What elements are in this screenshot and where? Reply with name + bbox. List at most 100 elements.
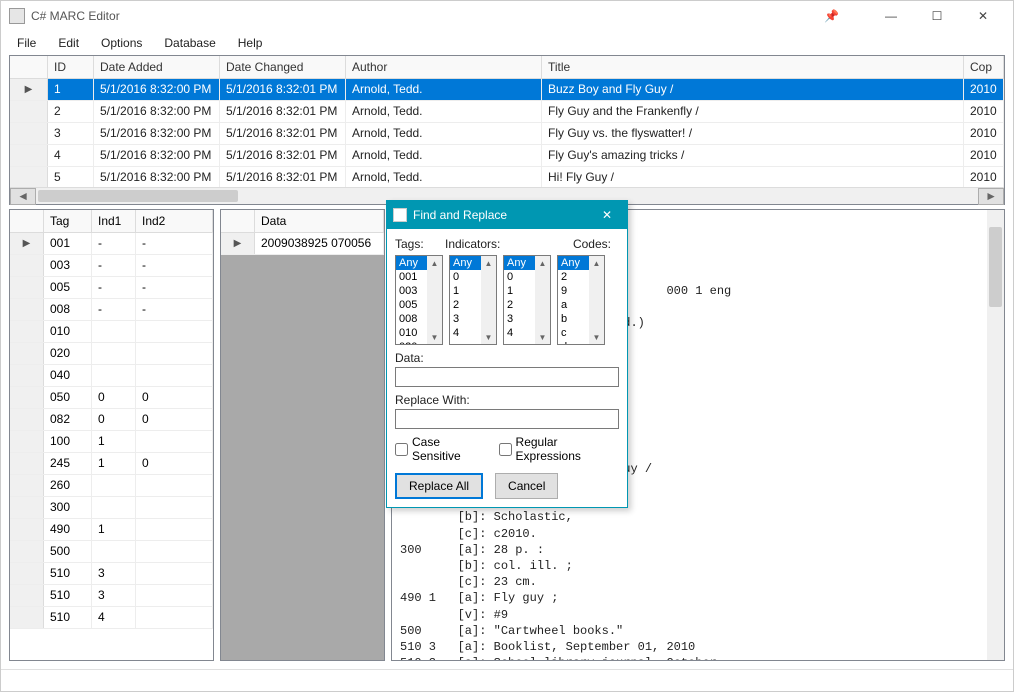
menu-edit[interactable]: Edit: [48, 34, 89, 52]
list-item[interactable]: 0: [504, 270, 535, 284]
marc-line: [c]: c2010.: [400, 526, 996, 542]
records-grid[interactable]: ID Date Added Date Changed Author Title …: [9, 55, 1005, 205]
table-row[interactable]: 005--: [10, 277, 213, 299]
list-item[interactable]: 001: [396, 270, 427, 284]
list-item[interactable]: 3: [450, 312, 481, 326]
dialog-titlebar[interactable]: Find and Replace ✕: [387, 201, 627, 229]
col-tag[interactable]: Tag: [44, 210, 92, 232]
list-item[interactable]: 3: [504, 312, 535, 326]
list-item[interactable]: c: [558, 326, 589, 340]
col-author[interactable]: Author: [346, 56, 542, 78]
col-data[interactable]: Data: [255, 210, 384, 232]
menu-options[interactable]: Options: [91, 34, 152, 52]
codes-listbox[interactable]: Any29abcd▲▼: [557, 255, 605, 345]
table-row[interactable]: 4901: [10, 519, 213, 541]
table-row[interactable]: 500: [10, 541, 213, 563]
table-row[interactable]: 040: [10, 365, 213, 387]
marc-line: 510 3 [a]: Booklist, September 01, 2010: [400, 639, 996, 655]
list-item[interactable]: 005: [396, 298, 427, 312]
table-row[interactable]: 5103: [10, 585, 213, 607]
table-row[interactable]: ▶2009038925 070056: [221, 233, 384, 255]
list-item[interactable]: Any: [450, 256, 481, 270]
list-item[interactable]: 2: [504, 298, 535, 312]
list-item[interactable]: b: [558, 312, 589, 326]
indicators-label: Indicators:: [445, 237, 550, 251]
marc-vscroll[interactable]: [987, 210, 1004, 660]
list-item[interactable]: d: [558, 340, 589, 345]
col-copyright[interactable]: Cop: [964, 56, 1004, 78]
menu-database[interactable]: Database: [154, 34, 225, 52]
tags-grid[interactable]: Tag Ind1 Ind2 ▶001--003--005--008--01002…: [9, 209, 214, 661]
list-item[interactable]: 0: [450, 270, 481, 284]
table-row[interactable]: 45/1/2016 8:32:00 PM5/1/2016 8:32:01 PMA…: [10, 145, 1004, 167]
col-title[interactable]: Title: [542, 56, 964, 78]
table-row[interactable]: 300: [10, 497, 213, 519]
dialog-close-button[interactable]: ✕: [593, 203, 621, 227]
table-row[interactable]: 35/1/2016 8:32:00 PM5/1/2016 8:32:01 PMA…: [10, 123, 1004, 145]
col-ind1[interactable]: Ind1: [92, 210, 136, 232]
statusbar: [1, 669, 1013, 691]
table-row[interactable]: 260: [10, 475, 213, 497]
regex-checkbox[interactable]: Regular Expressions: [499, 435, 619, 463]
menubar: File Edit Options Database Help: [1, 31, 1013, 55]
table-row[interactable]: 05000: [10, 387, 213, 409]
scroll-right-icon[interactable]: ►: [978, 188, 1004, 205]
cancel-button[interactable]: Cancel: [495, 473, 558, 499]
table-row[interactable]: 25/1/2016 8:32:00 PM5/1/2016 8:32:01 PMA…: [10, 101, 1004, 123]
col-id[interactable]: ID: [48, 56, 94, 78]
pin-icon[interactable]: 📌: [824, 9, 839, 23]
col-date-changed[interactable]: Date Changed: [220, 56, 346, 78]
list-item[interactable]: 1: [504, 284, 535, 298]
scroll-thumb[interactable]: [38, 190, 238, 202]
tags-listbox[interactable]: Any001003005008010020▲▼: [395, 255, 443, 345]
table-row[interactable]: 1001: [10, 431, 213, 453]
dialog-icon: [393, 208, 407, 222]
table-row[interactable]: ▶15/1/2016 8:32:00 PM5/1/2016 8:32:01 PM…: [10, 79, 1004, 101]
list-item[interactable]: 4: [504, 326, 535, 340]
close-button[interactable]: ✕: [961, 2, 1005, 30]
scroll-thumb[interactable]: [989, 227, 1002, 307]
table-row[interactable]: 5104: [10, 607, 213, 629]
table-row[interactable]: 010: [10, 321, 213, 343]
list-item[interactable]: 2: [558, 270, 589, 284]
table-row[interactable]: 55/1/2016 8:32:00 PM5/1/2016 8:32:01 PMA…: [10, 167, 1004, 187]
table-row[interactable]: 5103: [10, 563, 213, 585]
table-row[interactable]: 020: [10, 343, 213, 365]
col-date-added[interactable]: Date Added: [94, 56, 220, 78]
col-ind2[interactable]: Ind2: [136, 210, 213, 232]
list-item[interactable]: 1: [450, 284, 481, 298]
list-item[interactable]: 4: [450, 326, 481, 340]
ind1-listbox[interactable]: Any01234▲▼: [449, 255, 497, 345]
data-grid-rows: ▶2009038925 070056: [221, 233, 384, 660]
minimize-button[interactable]: —: [869, 2, 913, 30]
table-row[interactable]: 003--: [10, 255, 213, 277]
list-item[interactable]: Any: [396, 256, 427, 270]
list-item[interactable]: 9: [558, 284, 589, 298]
scroll-left-icon[interactable]: ◄: [10, 188, 36, 205]
list-item[interactable]: 2: [450, 298, 481, 312]
replace-with-input[interactable]: [395, 409, 619, 429]
table-row[interactable]: ▶001--: [10, 233, 213, 255]
list-item[interactable]: 010: [396, 326, 427, 340]
list-item[interactable]: 003: [396, 284, 427, 298]
ind2-listbox[interactable]: Any01234▲▼: [503, 255, 551, 345]
menu-help[interactable]: Help: [228, 34, 273, 52]
marc-line: [c]: 23 cm.: [400, 574, 996, 590]
records-grid-rows: ▶15/1/2016 8:32:00 PM5/1/2016 8:32:01 PM…: [10, 79, 1004, 187]
list-item[interactable]: Any: [504, 256, 535, 270]
maximize-button[interactable]: ☐: [915, 2, 959, 30]
menu-file[interactable]: File: [7, 34, 46, 52]
list-item[interactable]: 008: [396, 312, 427, 326]
table-row[interactable]: 008--: [10, 299, 213, 321]
app-icon: [9, 8, 25, 24]
replace-all-button[interactable]: Replace All: [395, 473, 483, 499]
list-item[interactable]: Any: [558, 256, 589, 270]
tags-grid-rows: ▶001--003--005--008--0100200400500008200…: [10, 233, 213, 660]
list-item[interactable]: 020: [396, 340, 427, 345]
table-row[interactable]: 24510: [10, 453, 213, 475]
data-grid[interactable]: Data ▶2009038925 070056: [220, 209, 385, 661]
case-sensitive-checkbox[interactable]: Case Sensitive: [395, 435, 487, 463]
table-row[interactable]: 08200: [10, 409, 213, 431]
list-item[interactable]: a: [558, 298, 589, 312]
data-input[interactable]: [395, 367, 619, 387]
